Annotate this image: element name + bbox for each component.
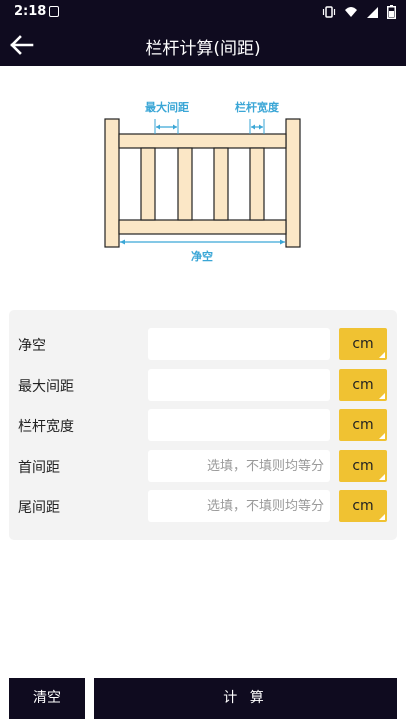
- bottom-rail: [118, 219, 287, 235]
- unit-label: cm: [352, 336, 374, 352]
- status-time: 2:18: [14, 4, 47, 19]
- unit-selector[interactable]: cm: [339, 328, 387, 360]
- form-row-max-spacing: 最大间距 cm: [9, 369, 397, 401]
- clear-button[interactable]: 清空: [9, 678, 85, 719]
- max-spacing-label: 最大间距: [145, 100, 189, 114]
- clear-span-field-label: 净空: [18, 338, 46, 354]
- unit-selector[interactable]: cm: [339, 409, 387, 441]
- railing-diagram: 最大间距 栏杆宽度 净空: [104, 100, 301, 263]
- dropdown-corner-icon: [379, 433, 385, 439]
- battery-icon: [387, 4, 396, 23]
- baluster: [140, 147, 156, 221]
- last-spacing-field-label: 尾间距: [18, 500, 60, 516]
- clear-span-input[interactable]: [148, 328, 330, 360]
- right-post: [285, 118, 301, 248]
- left-post: [104, 118, 120, 248]
- top-rail: [118, 133, 287, 149]
- notification-icon: [49, 6, 59, 17]
- signal-icon: [366, 4, 379, 23]
- app-bar: 栏杆计算(间距): [0, 24, 406, 66]
- dropdown-corner-icon: [379, 393, 385, 399]
- form-row-clear-span: 净空 cm: [9, 328, 397, 360]
- baluster: [249, 147, 265, 221]
- vibrate-icon: [322, 4, 336, 23]
- status-bar: 2:18: [0, 0, 406, 24]
- form-row-last-spacing: 尾间距 cm: [9, 490, 397, 522]
- input-form: 净空 cm 最大间距 cm 栏杆宽度 cm 首间距 cm 尾间距 cm: [9, 310, 397, 540]
- form-row-first-spacing: 首间距 cm: [9, 450, 397, 482]
- baluster-width-field-label: 栏杆宽度: [18, 419, 74, 435]
- dropdown-corner-icon: [379, 514, 385, 520]
- clear-span-label: 净空: [191, 249, 213, 263]
- wifi-icon: [344, 4, 358, 23]
- unit-label: cm: [352, 458, 374, 474]
- unit-selector[interactable]: cm: [339, 490, 387, 522]
- first-spacing-field-label: 首间距: [18, 460, 60, 476]
- calculate-button[interactable]: 计 算: [94, 678, 397, 719]
- unit-label: cm: [352, 417, 374, 433]
- unit-label: cm: [352, 498, 374, 514]
- unit-selector[interactable]: cm: [339, 369, 387, 401]
- baluster-width-input[interactable]: [148, 409, 330, 441]
- status-icons: [322, 4, 396, 23]
- max-spacing-input[interactable]: [148, 369, 330, 401]
- dropdown-corner-icon: [379, 352, 385, 358]
- unit-selector[interactable]: cm: [339, 450, 387, 482]
- first-spacing-input[interactable]: [148, 450, 330, 482]
- unit-label: cm: [352, 377, 374, 393]
- last-spacing-input[interactable]: [148, 490, 330, 522]
- baluster: [213, 147, 229, 221]
- page-title: 栏杆计算(间距): [145, 39, 261, 59]
- dropdown-corner-icon: [379, 474, 385, 480]
- form-row-baluster-width: 栏杆宽度 cm: [9, 409, 397, 441]
- max-spacing-field-label: 最大间距: [18, 379, 74, 395]
- baluster-width-label: 栏杆宽度: [235, 100, 280, 114]
- baluster: [177, 147, 193, 221]
